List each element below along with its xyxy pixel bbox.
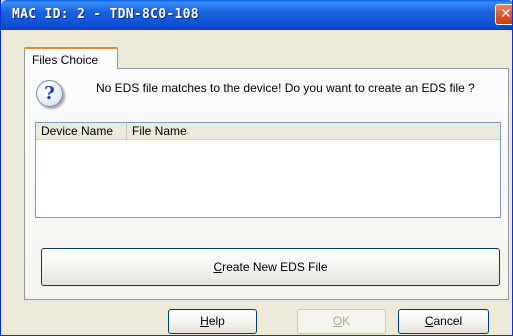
- create-label-rest: reate New EDS File: [222, 260, 328, 274]
- title-bar[interactable]: MAC ID: 2 - TDN-8C0-108 ✕: [1, 0, 512, 30]
- create-new-eds-file-button[interactable]: Create New EDS File: [41, 248, 500, 286]
- dialog-window: MAC ID: 2 - TDN-8C0-108 ✕ Files Choice ?…: [0, 0, 513, 336]
- eds-file-list[interactable]: Device Name File Name: [35, 122, 501, 218]
- window-title: MAC ID: 2 - TDN-8C0-108: [12, 7, 199, 22]
- tab-files-choice[interactable]: Files Choice: [24, 47, 118, 69]
- cancel-label-rest: ancel: [433, 314, 463, 328]
- cancel-button[interactable]: Cancel: [398, 309, 489, 334]
- tab-label: Files Choice: [32, 53, 99, 67]
- ok-mnemonic: O: [332, 314, 343, 328]
- column-header-device-name[interactable]: Device Name: [36, 123, 127, 140]
- help-button[interactable]: Help: [168, 309, 257, 334]
- ok-button[interactable]: OK: [297, 309, 386, 334]
- column-header-file-name[interactable]: File Name: [127, 123, 500, 140]
- ok-label-rest: K: [342, 314, 351, 328]
- create-mnemonic: C: [213, 260, 223, 274]
- message-text: No EDS file matches to the device! Do yo…: [96, 81, 475, 95]
- list-header: Device Name File Name: [36, 123, 500, 140]
- help-label-rest: elp: [208, 314, 225, 328]
- question-icon: ?: [36, 80, 63, 107]
- help-mnemonic: H: [200, 314, 209, 328]
- close-icon[interactable]: ✕: [495, 4, 512, 25]
